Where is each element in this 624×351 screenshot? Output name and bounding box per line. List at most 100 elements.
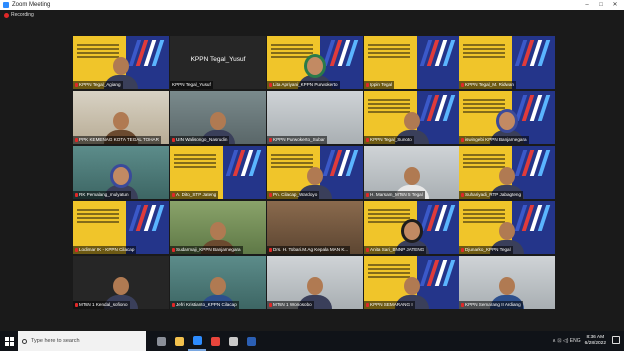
- participant-name: Lita Apriyani_KPPN Purwokerto: [273, 82, 338, 87]
- word-icon: [246, 336, 256, 346]
- participant-name: H. Marsam_MTsN 5 Tegal: [370, 192, 423, 197]
- participant-tile[interactable]: KPPN Tegal_Yusuf KPPN Tegal_Yusuf: [170, 36, 266, 89]
- participant-name-label: Suhariyadi_RTP Jabagteng: [459, 191, 524, 199]
- participant-name-label: Anita Sari_BNNP JATENG: [364, 246, 427, 254]
- participant-name: A. Dito_STP Jateng: [176, 192, 217, 197]
- recording-indicator: Recording: [4, 12, 34, 18]
- participant-name-label: Lita Apriyani_KPPN Purwokerto: [267, 81, 340, 89]
- participant-tile[interactable]: Pn. Cilacap_Wardoyo: [267, 146, 363, 199]
- participant-name: PPK KEMENAG KOTA TEGAL TOHAR: [79, 137, 159, 142]
- participant-name-label: MTsN 1 Wonosobo: [267, 301, 314, 309]
- participant-name-label: iswingebi KPPN Banjarnegara: [459, 136, 529, 144]
- participant-tile[interactable]: KPPN Tegal_Agiang: [73, 36, 169, 89]
- participant-name: Jefri Kristianto_KPPN Cilacap: [176, 302, 237, 307]
- participant-tile[interactable]: Djunarko_KPPN Tegal: [459, 201, 555, 254]
- participant-tile[interactable]: A. Dito_STP Jateng: [170, 146, 266, 199]
- participant-name-label: Pn. Cilacap_Wardoyo: [267, 191, 320, 199]
- participant-tile[interactable]: Lodimar IK - KPPN Cilacap: [73, 201, 169, 254]
- participant-name: KPPN Tegal_Agiang: [79, 82, 121, 87]
- participant-tile[interactable]: KPPN SEMARANG I: [364, 256, 460, 309]
- window-title: Zoom Meeting: [12, 2, 51, 8]
- participant-name: Sudarmaji_KPPN Banjarnegara: [176, 247, 241, 252]
- title-bar: Zoom Meeting – □ ✕: [0, 0, 624, 10]
- participant-tile[interactable]: KPPN Tegal_Sunoto: [364, 91, 460, 144]
- taskbar-app-button[interactable]: [242, 331, 260, 351]
- muted-mic-icon: [461, 192, 464, 197]
- participant-tile[interactable]: UIN Walisongo_Nasrudin: [170, 91, 266, 144]
- participant-tile[interactable]: Sudarmaji_KPPN Banjarnegara: [170, 201, 266, 254]
- tray-icons[interactable]: ∧ ⊡ ◁) ENG: [552, 338, 580, 344]
- muted-mic-icon: [269, 82, 272, 87]
- participant-name: Anita Sari_BNNP JATENG: [370, 247, 425, 252]
- participant-name: Ippin Tegal: [370, 82, 393, 87]
- participant-tile[interactable]: Jefri Kristianto_KPPN Cilacap: [170, 256, 266, 309]
- taskbar-app-button[interactable]: [188, 331, 206, 351]
- muted-mic-icon: [269, 137, 272, 142]
- taskbar-app-button[interactable]: [152, 331, 170, 351]
- participant-name-label: MTsN 1 Kendal_sofiono: [73, 301, 130, 309]
- participant-tile[interactable]: iswingebi KPPN Banjarnegara: [459, 91, 555, 144]
- search-icon: [22, 338, 27, 344]
- participant-name: Suhariyadi_RTP Jabagteng: [465, 192, 522, 197]
- participant-name: KPPN Semarang II Ardiang: [465, 302, 521, 307]
- participant-name-label: Djunarko_KPPN Tegal: [459, 246, 513, 254]
- participant-name-label: A. Dito_STP Jateng: [170, 191, 219, 199]
- shield-icon: [228, 336, 238, 346]
- participant-tile[interactable]: KPPN Semarang II Ardiang: [459, 256, 555, 309]
- participant-tile[interactable]: Ippin Tegal: [364, 36, 460, 89]
- muted-mic-icon: [75, 192, 78, 197]
- taskbar-app-button[interactable]: [206, 331, 224, 351]
- muted-mic-icon: [269, 247, 272, 252]
- muted-mic-icon: [269, 302, 272, 307]
- muted-mic-icon: [172, 192, 175, 197]
- muted-mic-icon: [366, 137, 369, 142]
- participant-tile[interactable]: RK Pemalang_mulyatun: [73, 146, 169, 199]
- participant-name: UIN Walisongo_Nasrudin: [176, 137, 228, 142]
- participant-tile[interactable]: H. Marsam_MTsN 5 Tegal: [364, 146, 460, 199]
- clock[interactable]: 8:36 AM 6/28/2022: [585, 335, 606, 347]
- task-view-icon: [156, 336, 166, 346]
- participant-name-label: RK Pemalang_mulyatun: [73, 191, 131, 199]
- participant-tile[interactable]: Lita Apriyani_KPPN Purwokerto: [267, 36, 363, 89]
- taskbar-apps: [152, 331, 260, 351]
- muted-mic-icon: [172, 247, 175, 252]
- participant-name: Pn. Cilacap_Wardoyo: [273, 192, 318, 197]
- participant-tile[interactable]: Anita Sari_BNNP JATENG: [364, 201, 460, 254]
- taskbar-app-button[interactable]: [224, 331, 242, 351]
- participant-name: Djunarko_KPPN Tegal: [465, 247, 511, 252]
- taskbar-search-box[interactable]: Type here to search: [18, 331, 146, 351]
- participant-tile[interactable]: Suhariyadi_RTP Jabagteng: [459, 146, 555, 199]
- muted-mic-icon: [461, 137, 464, 142]
- participant-tile[interactable]: MTsN 1 Wonosobo: [267, 256, 363, 309]
- participant-name-label: Lodimar IK - KPPN Cilacap: [73, 246, 137, 254]
- maximize-button[interactable]: □: [594, 0, 608, 10]
- close-button[interactable]: ✕: [608, 0, 622, 10]
- system-tray: ∧ ⊡ ◁) ENG 8:36 AM 6/28/2022: [552, 331, 606, 351]
- participant-tile[interactable]: MTsN 1 Kendal_sofiono: [73, 256, 169, 309]
- start-button[interactable]: [0, 331, 18, 351]
- muted-mic-icon: [366, 192, 369, 197]
- participant-name: RK Pemalang_mulyatun: [79, 192, 129, 197]
- participant-name: KPPN Purwokerto_Subar: [273, 137, 325, 142]
- muted-mic-icon: [269, 192, 272, 197]
- notification-icon[interactable]: [612, 336, 620, 344]
- participant-tile[interactable]: KPPN Purwokerto_Subar: [267, 91, 363, 144]
- participant-tile[interactable]: PPK KEMENAG KOTA TEGAL TOHAR: [73, 91, 169, 144]
- muted-mic-icon: [75, 82, 78, 87]
- record-dot-icon: [4, 12, 9, 18]
- participant-name: MTsN 1 Wonosobo: [273, 302, 312, 307]
- zoom-icon: [192, 335, 202, 345]
- participant-name: KPPN Tegal_M. Ridwan: [465, 82, 514, 87]
- muted-mic-icon: [172, 302, 175, 307]
- muted-mic-icon: [172, 137, 175, 142]
- muted-mic-icon: [461, 302, 464, 307]
- participant-tile[interactable]: Drs. H. Tobari.M.Ag Kepala MAN K...: [267, 201, 363, 254]
- minimize-button[interactable]: –: [580, 0, 594, 10]
- participant-tile[interactable]: KPPN Tegal_M. Ridwan: [459, 36, 555, 89]
- taskbar-app-button[interactable]: [170, 331, 188, 351]
- zoom-meeting-window: Zoom Meeting – □ ✕ Recording KPPN Tegal_…: [0, 0, 624, 331]
- participant-name-label: KPPN Tegal_Yusuf: [170, 81, 213, 89]
- muted-mic-icon: [461, 247, 464, 252]
- participant-center-name: KPPN Tegal_Yusuf: [190, 56, 246, 63]
- participant-name-label: KPPN Purwokerto_Subar: [267, 136, 327, 144]
